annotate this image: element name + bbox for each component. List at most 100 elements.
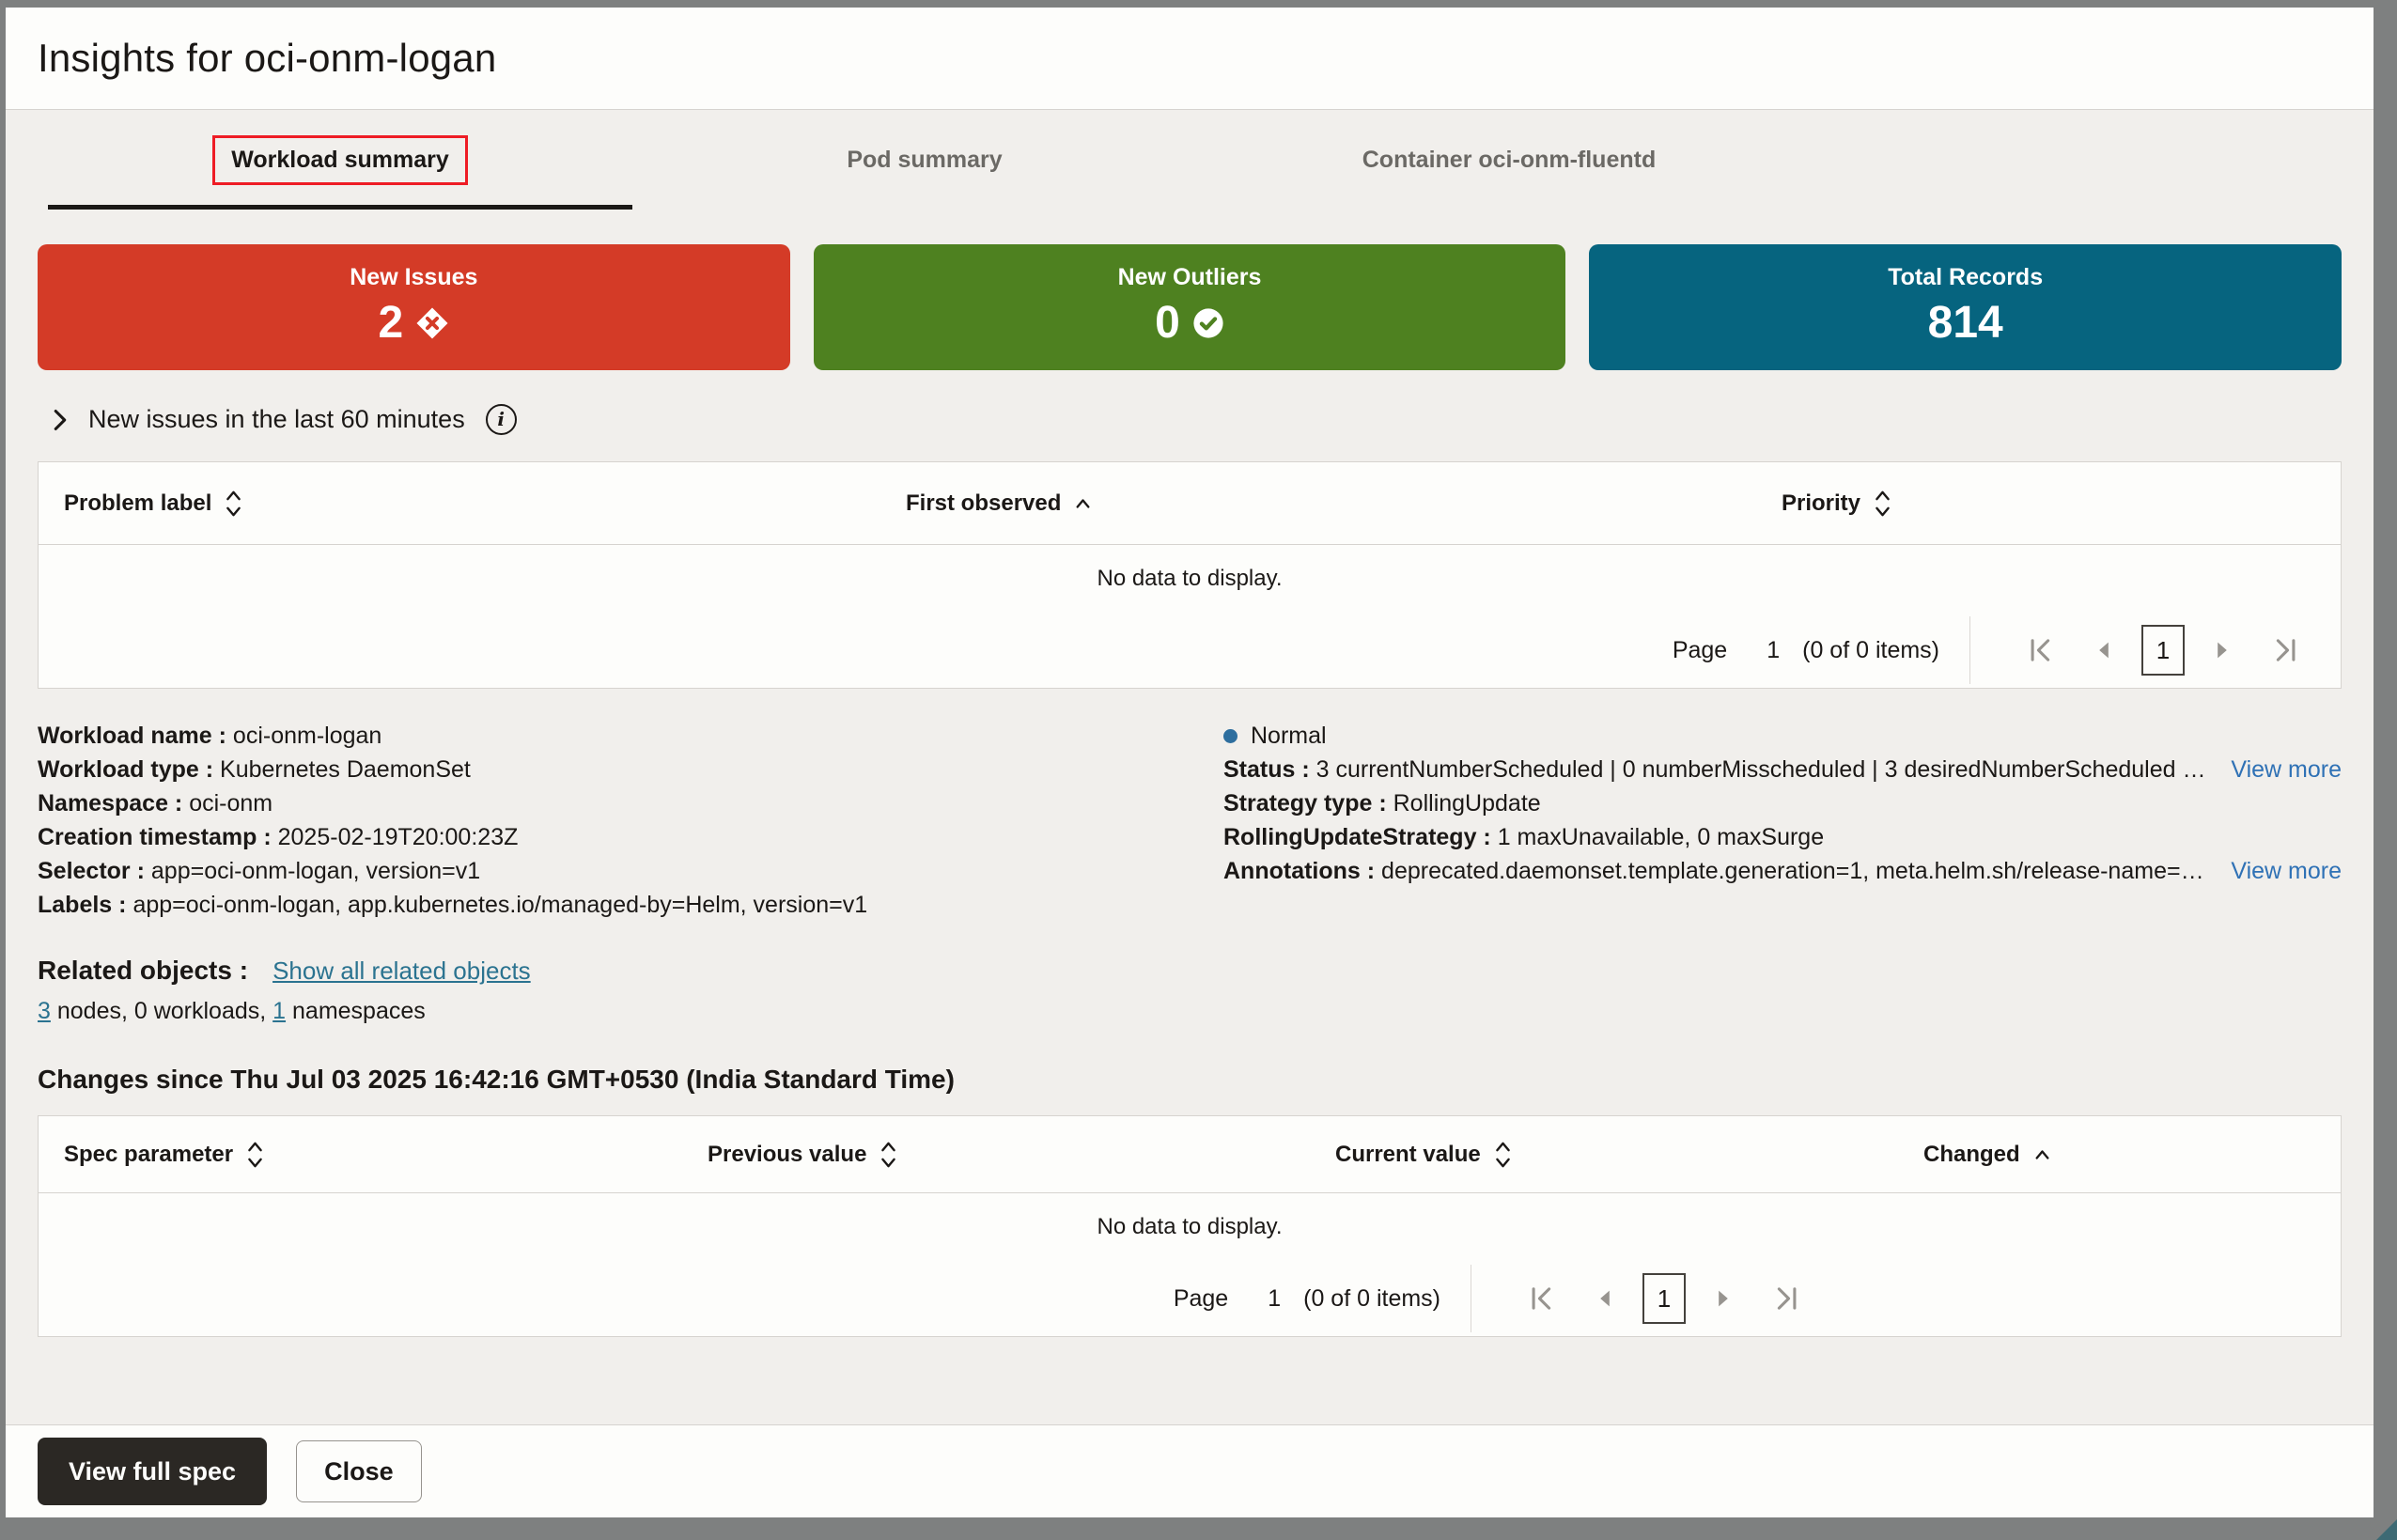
field-label: Creation timestamp :: [38, 824, 272, 850]
dialog-header: Insights for oci-onm-logan: [6, 8, 2374, 110]
sort-both-icon: [226, 489, 241, 519]
content-spacer: [6, 1337, 2374, 1424]
column-header-spec-parameter[interactable]: Spec parameter: [39, 1140, 682, 1170]
field-label: Strategy type :: [1223, 790, 1387, 817]
namespaces-count-link[interactable]: 1: [272, 998, 286, 1024]
toggle-label: New issues in the last 60 minutes: [88, 405, 465, 434]
field-value: RollingUpdate: [1393, 790, 1541, 817]
items-count: (0 of 0 items): [1303, 1285, 1440, 1313]
card-label: Total Records: [1888, 264, 2043, 291]
card-value: 2: [378, 301, 403, 346]
items-count: (0 of 0 items): [1802, 637, 1939, 664]
next-page-button[interactable]: [2213, 639, 2232, 661]
current-page-box[interactable]: 1: [2141, 625, 2185, 676]
current-page-box[interactable]: 1: [1642, 1273, 1686, 1324]
changes-since-heading: Changes since Thu Jul 03 2025 16:42:16 G…: [38, 1065, 2342, 1095]
page-number: 1: [1268, 1285, 1281, 1313]
page-label: Page: [1673, 637, 1727, 664]
page-title: Insights for oci-onm-logan: [38, 36, 496, 81]
previous-page-button[interactable]: [1595, 1287, 1614, 1310]
field-value: app=oci-onm-logan, app.kubernetes.io/man…: [132, 892, 867, 918]
field-label: Workload type :: [38, 756, 213, 783]
column-label: Changed: [1923, 1142, 2020, 1168]
field-value: oci-onm-logan: [233, 723, 381, 749]
dialog-footer: View full spec Close: [6, 1424, 2374, 1517]
sort-both-icon: [1875, 489, 1891, 519]
sort-both-icon: [880, 1140, 896, 1170]
tab-bar: Workload summary Pod summary Container o…: [6, 110, 2374, 210]
field-label: Status :: [1223, 756, 1310, 783]
view-full-spec-button[interactable]: View full spec: [38, 1438, 267, 1505]
tab-workload-summary[interactable]: Workload summary: [48, 110, 632, 210]
changes-table-header: Spec parameter Previous value: [39, 1116, 2341, 1193]
sort-asc-icon: [2034, 1148, 2050, 1161]
new-outliers-card: New Outliers 0: [814, 244, 1566, 370]
tab-label: Workload summary: [231, 147, 449, 173]
card-label: New Issues: [350, 264, 477, 291]
changes-table-pagination: Page 1 (0 of 0 items) 1: [39, 1261, 2341, 1336]
tab-container-oci-onm-fluentd[interactable]: Container oci-onm-fluentd: [1217, 110, 1801, 210]
status-normal-dot: [1223, 729, 1237, 743]
field-value: 1 maxUnavailable, 0 maxSurge: [1498, 824, 1824, 850]
field-label: Selector :: [38, 858, 145, 884]
field-label: Annotations :: [1223, 858, 1375, 884]
last-page-button[interactable]: [1774, 1285, 1798, 1312]
column-header-first-observed[interactable]: First observed: [880, 490, 1756, 517]
kpi-cards: New Issues 2 New Outliers 0: [38, 244, 2342, 370]
annotations-view-more-link[interactable]: View more: [2231, 854, 2342, 888]
nodes-count-link[interactable]: 3: [38, 998, 51, 1024]
field-value: 3 currentNumberScheduled | 0 numberMissc…: [1316, 756, 2211, 783]
last-page-button[interactable]: [2273, 637, 2297, 663]
related-objects-section: Related objects : Show all related objec…: [38, 956, 2342, 1025]
chevron-right-icon: [49, 408, 71, 432]
first-page-button[interactable]: [2029, 637, 2053, 663]
column-label: First observed: [906, 490, 1061, 517]
column-header-changed[interactable]: Changed: [1898, 1142, 2341, 1168]
status-view-more-link[interactable]: View more: [2231, 753, 2342, 786]
new-issues-card: New Issues 2: [38, 244, 790, 370]
card-value: 814: [1928, 301, 2003, 346]
next-page-button[interactable]: [1714, 1287, 1733, 1310]
page-number: 1: [1767, 637, 1780, 664]
column-header-current-value[interactable]: Current value: [1310, 1140, 1898, 1170]
empty-table-message: No data to display.: [39, 1193, 2341, 1261]
tab-label: Container oci-onm-fluentd: [1362, 147, 1656, 174]
column-label: Problem label: [64, 490, 211, 517]
workload-details: Workload name : oci-onm-logan Workload t…: [38, 719, 2342, 922]
divider: [1969, 616, 1970, 684]
column-header-problem-label[interactable]: Problem label: [39, 489, 880, 519]
total-records-card: Total Records 814: [1589, 244, 2342, 370]
column-label: Priority: [1782, 490, 1860, 517]
field-label: Namespace :: [38, 790, 182, 817]
tab-label: Pod summary: [847, 147, 1002, 174]
info-icon[interactable]: i: [486, 404, 517, 435]
sort-both-icon: [1495, 1140, 1511, 1170]
status-field: Status : 3 currentNumberScheduled | 0 nu…: [1223, 753, 2210, 786]
sort-both-icon: [247, 1140, 263, 1170]
issue-diamond-icon: [415, 306, 449, 340]
page-label: Page: [1174, 1285, 1228, 1313]
tab-pod-summary[interactable]: Pod summary: [632, 110, 1217, 210]
check-circle-icon: [1192, 307, 1224, 339]
resize-grip[interactable]: [2376, 1519, 2397, 1540]
field-label: Labels :: [38, 892, 126, 918]
issues-table: Problem label First observed Priority: [38, 461, 2342, 689]
field-value: Kubernetes DaemonSet: [220, 756, 471, 783]
column-label: Previous value: [708, 1142, 866, 1168]
related-objects-label: Related objects :: [38, 956, 248, 986]
column-label: Current value: [1335, 1142, 1481, 1168]
show-all-related-objects-link[interactable]: Show all related objects: [272, 957, 531, 986]
insights-dialog: Insights for oci-onm-logan Workload summ…: [6, 8, 2374, 1517]
issues-table-header: Problem label First observed Priority: [39, 462, 2341, 545]
column-header-priority[interactable]: Priority: [1756, 489, 2341, 519]
field-value: 2025-02-19T20:00:23Z: [278, 824, 519, 850]
first-page-button[interactable]: [1530, 1285, 1554, 1312]
column-header-previous-value[interactable]: Previous value: [682, 1140, 1310, 1170]
previous-page-button[interactable]: [2094, 639, 2113, 661]
field-value: app=oci-onm-logan, version=v1: [151, 858, 480, 884]
sort-asc-icon: [1075, 497, 1091, 510]
field-label: RollingUpdateStrategy :: [1223, 824, 1491, 850]
new-issues-toggle[interactable]: New issues in the last 60 minutes i: [38, 404, 2342, 435]
status-badge: Normal: [1251, 723, 1327, 749]
close-button[interactable]: Close: [296, 1440, 422, 1502]
